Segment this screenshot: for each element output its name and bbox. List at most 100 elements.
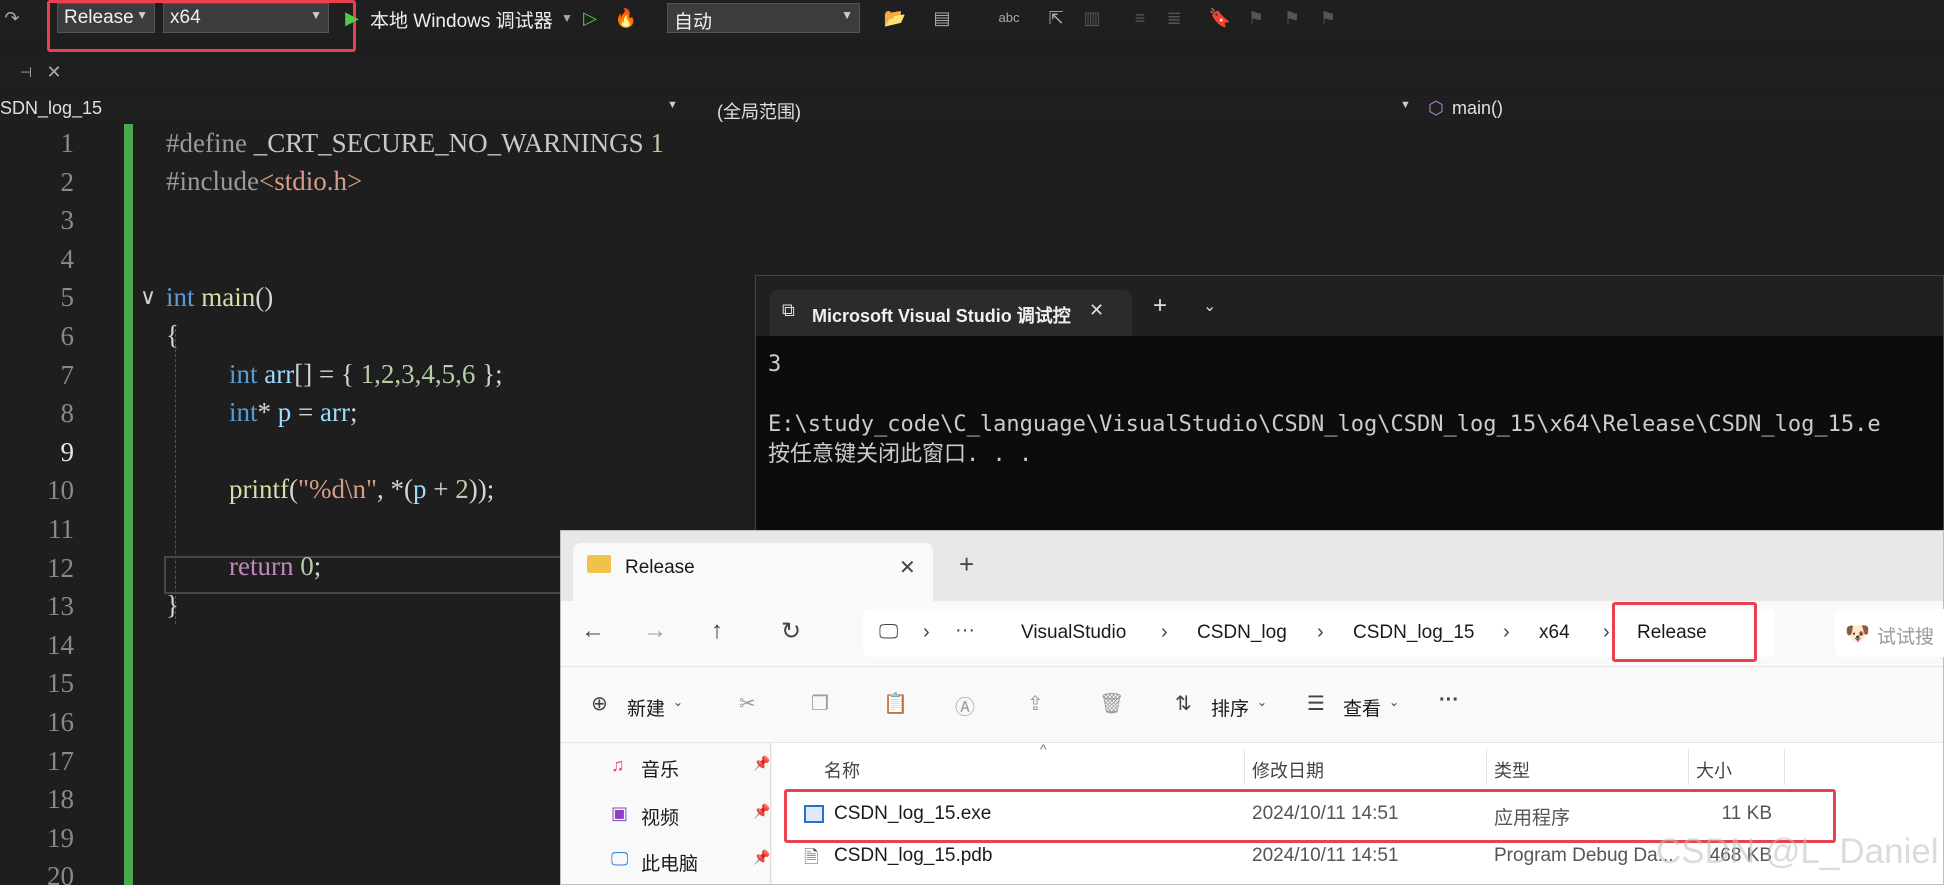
more-icon[interactable]: ··· — [955, 619, 975, 642]
solution-mode-value: 自动 — [674, 12, 713, 33]
sort-icon[interactable]: ⇅ — [1175, 691, 1192, 716]
paste-icon[interactable]: 📋 — [883, 691, 908, 716]
line-number: 18 — [47, 784, 74, 815]
breadcrumb-item[interactable]: CSDN_log_15 — [1353, 622, 1474, 644]
new-plus-icon[interactable]: ⊕ — [591, 691, 608, 716]
redo-icon[interactable]: ↷ — [0, 6, 24, 30]
play-icon[interactable]: ▶ — [340, 6, 364, 30]
share-icon[interactable]: ⇪ — [1027, 691, 1044, 716]
line-number: 3 — [60, 205, 75, 236]
outdent-icon[interactable]: ≣ — [1162, 6, 1186, 30]
pin-icon[interactable]: 📌 — [753, 755, 770, 772]
cursor-select-icon[interactable]: ⇱ — [1044, 6, 1068, 30]
column-divider[interactable] — [1486, 749, 1487, 785]
bookmark-clear-icon[interactable]: ⚑ — [1316, 6, 1340, 30]
address-bar-row: ← → ↑ ↻ 🖵 › ··· VisualStudio › CSDN_log … — [561, 601, 1944, 666]
pin-icon[interactable]: 📌 — [753, 849, 770, 866]
close-icon[interactable]: ✕ — [42, 60, 66, 84]
breadcrumb-item[interactable]: VisualStudio — [1021, 622, 1126, 644]
sidebar-item-music[interactable]: ♫ 音乐 📌 — [611, 755, 770, 781]
column-date[interactable]: 修改日期 — [1252, 757, 1324, 783]
project-scope[interactable]: SDN_log_15 — [0, 96, 102, 120]
code-line-10: printf("%d\n", *(p + 2)); — [229, 474, 495, 504]
line-number: 17 — [47, 745, 74, 776]
computer-icon: 🖵 — [611, 849, 629, 869]
column-type[interactable]: 类型 — [1494, 757, 1530, 783]
chevron-down-icon[interactable]: ⌄ — [1389, 695, 1399, 709]
pin-icon[interactable]: ⊣ — [14, 60, 38, 84]
column-name[interactable]: 名称 — [824, 757, 860, 783]
global-scope[interactable]: (全局范围) — [717, 96, 801, 122]
add-tab-icon[interactable]: + — [1153, 292, 1167, 320]
new-button[interactable]: 新建 — [627, 694, 665, 721]
output-line: 按任意键关闭此窗口. . . — [768, 442, 1033, 467]
forward-arrow-icon[interactable]: → — [643, 617, 667, 645]
line-number: 9 — [60, 436, 75, 467]
spell-check-icon[interactable]: abc — [997, 6, 1021, 30]
folder-icon — [587, 555, 611, 573]
back-arrow-icon[interactable]: ← — [581, 617, 605, 645]
comment-icon[interactable]: ▥ — [1080, 6, 1104, 30]
cut-icon[interactable]: ✂ — [739, 691, 756, 716]
terminal-tab-bar: ⧉ Microsoft Visual Studio 调试控 ✕ + ⌄ — [756, 276, 1943, 336]
function-scope[interactable]: main() — [1452, 96, 1503, 120]
sort-button[interactable]: 排序 — [1211, 694, 1249, 721]
chevron-right-icon: › — [923, 621, 930, 643]
rename-icon[interactable]: Ⓐ — [955, 691, 975, 720]
folder-search-icon[interactable]: 📂 — [883, 6, 907, 30]
computer-icon: 🖵 — [879, 621, 899, 643]
pin-icon[interactable]: 📌 — [753, 803, 770, 820]
add-tab-icon[interactable]: + — [959, 549, 974, 580]
close-icon[interactable]: ✕ — [1089, 300, 1104, 321]
chevron-right-icon: › — [1317, 621, 1324, 643]
sidebar-item-this-pc[interactable]: 🖵 此电脑 📌 — [611, 849, 770, 875]
refresh-icon[interactable]: ↻ — [781, 617, 801, 646]
delete-icon[interactable]: 🗑 — [1099, 691, 1124, 716]
line-number: 8 — [60, 398, 75, 429]
code-line-13: } — [166, 590, 179, 620]
chevron-down-icon[interactable]: ⌄ — [1203, 296, 1216, 316]
collapse-chevron-icon[interactable]: ∨ — [140, 284, 156, 310]
indent-icon[interactable]: ≡ — [1128, 6, 1152, 30]
copy-icon[interactable]: ❐ — [811, 691, 829, 716]
bookmark-next-icon[interactable]: ⚑ — [1280, 6, 1304, 30]
code-line-2: #include<stdio.h> — [166, 166, 363, 196]
up-arrow-icon[interactable]: ↑ — [711, 617, 723, 645]
change-indicator-bar — [124, 124, 133, 885]
bookmark-icon[interactable]: 🔖 — [1208, 6, 1232, 30]
debug-console-window: ⧉ Microsoft Visual Studio 调试控 ✕ + ⌄ 3 E:… — [755, 275, 1944, 565]
window-layout-icon[interactable]: ▤ — [930, 6, 954, 30]
more-icon[interactable]: ··· — [1439, 689, 1459, 712]
hot-reload-icon[interactable]: 🔥 — [614, 6, 638, 30]
chevron-down-icon[interactable]: ▼ — [667, 99, 678, 111]
breadcrumb-item[interactable]: CSDN_log — [1197, 622, 1287, 644]
sidebar-item-videos[interactable]: ▣ 视频 📌 — [611, 803, 770, 829]
column-divider[interactable] — [1784, 749, 1785, 785]
chevron-down-icon[interactable]: ⌄ — [673, 695, 683, 709]
close-icon[interactable]: ✕ — [899, 555, 916, 580]
terminal-tab[interactable]: ⧉ Microsoft Visual Studio 调试控 ✕ — [770, 290, 1132, 336]
view-button[interactable]: 查看 — [1343, 694, 1381, 721]
column-divider[interactable] — [1688, 749, 1689, 785]
code-line-8: int* p = arr; — [229, 397, 358, 427]
chevron-down-icon[interactable]: ▼ — [1400, 99, 1411, 111]
line-number: 20 — [47, 861, 74, 885]
search-box[interactable]: 🐶 试试搜 — [1835, 609, 1944, 657]
line-number: 4 — [60, 243, 75, 274]
solution-mode-dropdown[interactable]: 自动 ▼ — [667, 3, 860, 33]
view-icon[interactable]: ☰ — [1307, 691, 1325, 716]
column-size[interactable]: 大小 — [1696, 757, 1732, 783]
file-name: CSDN_log_15.pdb — [834, 845, 993, 866]
console-icon: ⧉ — [782, 300, 795, 320]
sidebar-item-label: 视频 — [641, 808, 680, 829]
debugger-button[interactable]: 本地 Windows 调试器 — [370, 6, 553, 33]
explorer-tab-title: Release — [625, 557, 695, 578]
bookmark-prev-icon[interactable]: ⚑ — [1244, 6, 1268, 30]
chevron-down-icon[interactable]: ▼ — [555, 6, 579, 30]
chevron-down-icon[interactable]: ⌄ — [1257, 695, 1267, 709]
start-without-debug-icon[interactable]: ▷ — [578, 6, 602, 30]
breadcrumb-item[interactable]: x64 — [1539, 622, 1570, 644]
explorer-tab[interactable]: Release ✕ — [573, 543, 933, 601]
output-line: 3 — [768, 352, 782, 377]
column-divider[interactable] — [1244, 749, 1245, 785]
